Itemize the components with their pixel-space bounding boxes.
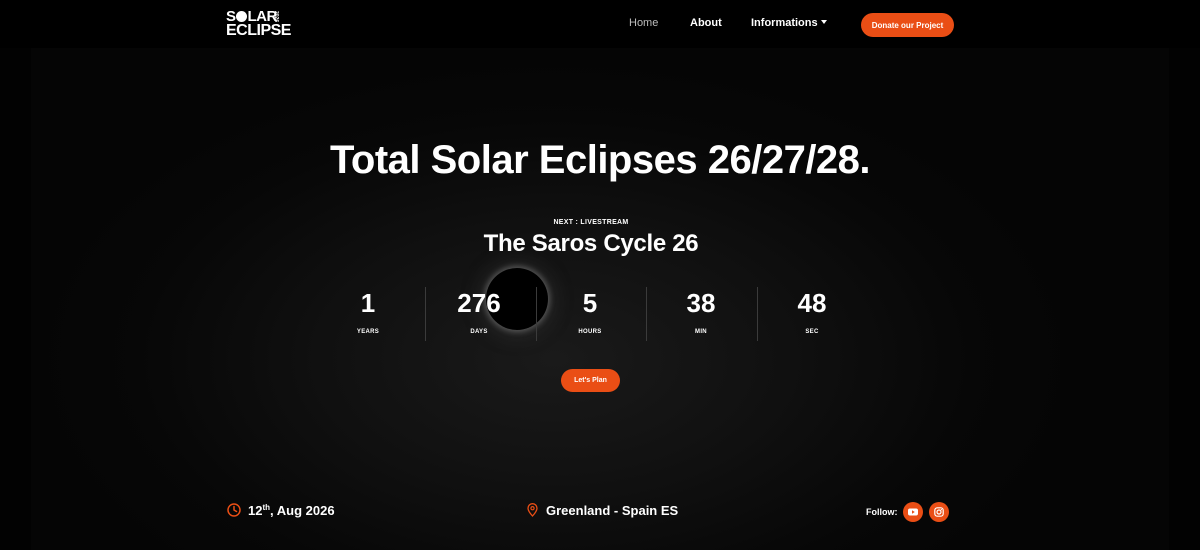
countdown-unit: HOURS: [578, 329, 602, 335]
map-pin-icon: [527, 503, 538, 517]
countdown-value: 276: [457, 288, 501, 318]
date-day: 12: [248, 502, 263, 518]
countdown-unit: YEARS: [356, 329, 380, 335]
countdown-unit: DAYS: [470, 329, 488, 335]
countdown-unit: MIN: [695, 329, 707, 335]
date-suffix: th: [262, 502, 271, 512]
date-text: 12th, Aug 2026: [248, 503, 335, 518]
logo-year: 2026: [273, 11, 279, 23]
caret-down-icon: [820, 20, 827, 24]
countdown-years: 1 YEARS: [313, 288, 423, 335]
event-location: Greenland - Spain ES: [527, 502, 678, 518]
nav-about[interactable]: About: [690, 17, 722, 29]
donate-button[interactable]: Donate our Project: [861, 13, 954, 37]
date-rest: , Aug 2026: [270, 502, 335, 518]
countdown-sec: 48 SEC: [757, 288, 867, 335]
logo-line-2: ECLIPSE: [226, 22, 291, 39]
location-text: Greenland - Spain ES: [546, 502, 679, 518]
hero-subtitle: The Saros Cycle 26: [483, 230, 699, 257]
nav-home[interactable]: Home: [629, 17, 658, 29]
nav-informations[interactable]: Informations: [751, 17, 827, 29]
countdown-min: 38 MIN: [646, 288, 756, 335]
countdown-days: 276 DAYS: [424, 288, 534, 335]
countdown-value: 5: [582, 288, 598, 318]
instagram-icon: [934, 507, 944, 517]
countdown-value: 1: [360, 288, 376, 318]
logo-sun-icon: [236, 11, 248, 22]
countdown-value: 48: [797, 288, 827, 318]
event-date: 12th, Aug 2026: [227, 502, 335, 518]
logo-line-1: S LAR 2026: [226, 8, 286, 25]
site-header: S LAR 2026 ECLIPSE Home About Informations…: [0, 0, 1200, 48]
page: S LAR 2026 ECLIPSE Home About Informations…: [0, 0, 1200, 550]
countdown-hours: 5 HOURS: [535, 288, 645, 335]
youtube-icon: [908, 508, 918, 516]
site-logo[interactable]: S LAR 2026 ECLIPSE: [226, 8, 291, 40]
hero-title: Total Solar Eclipses 26/27/28.: [329, 138, 871, 182]
next-livestream-label: NEXT : LIVESTREAM: [553, 219, 629, 226]
countdown-value: 38: [686, 288, 716, 318]
youtube-link[interactable]: [903, 502, 923, 522]
logo-text-s: S: [226, 8, 236, 25]
instagram-link[interactable]: [929, 502, 949, 522]
lets-plan-button[interactable]: Let's Plan: [561, 369, 620, 392]
nav-informations-label: Informations: [751, 17, 818, 29]
countdown-unit: SEC: [805, 329, 819, 335]
clock-icon: [227, 503, 241, 517]
follow-label: Follow:: [866, 507, 898, 517]
